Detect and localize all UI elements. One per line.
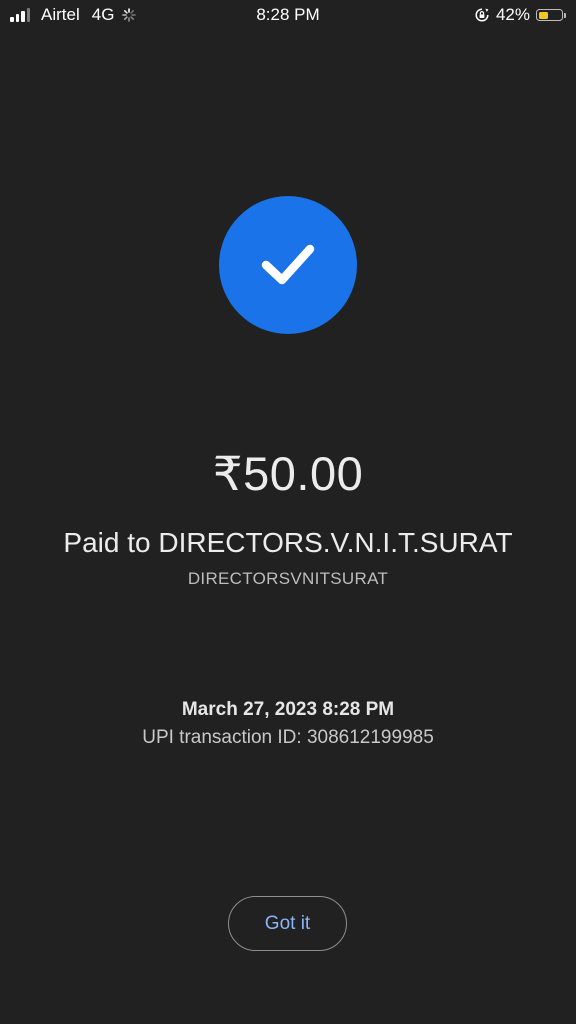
checkmark-icon xyxy=(261,244,315,285)
status-bar-right: 42% xyxy=(474,5,566,25)
battery-icon xyxy=(536,9,563,21)
paid-to-text: Paid to DIRECTORS.V.N.I.T.SURAT xyxy=(63,527,513,558)
battery-cap xyxy=(564,12,566,18)
status-bar: Airtel 4G 8:28 PM 42% xyxy=(0,0,576,30)
payment-amount: ₹50.00 xyxy=(212,447,364,500)
got-it-button[interactable]: Got it xyxy=(228,896,347,951)
payee-id: DIRECTORSVNITSURAT xyxy=(187,569,389,588)
upi-transaction-id: UPI transaction ID: 308612199985 xyxy=(142,727,434,748)
transaction-datetime: March 27, 2023 8:28 PM xyxy=(181,699,395,720)
rotation-lock-icon xyxy=(475,8,489,22)
battery-percent: 42% xyxy=(495,5,530,24)
success-badge xyxy=(219,196,357,334)
battery-fill xyxy=(538,11,548,19)
